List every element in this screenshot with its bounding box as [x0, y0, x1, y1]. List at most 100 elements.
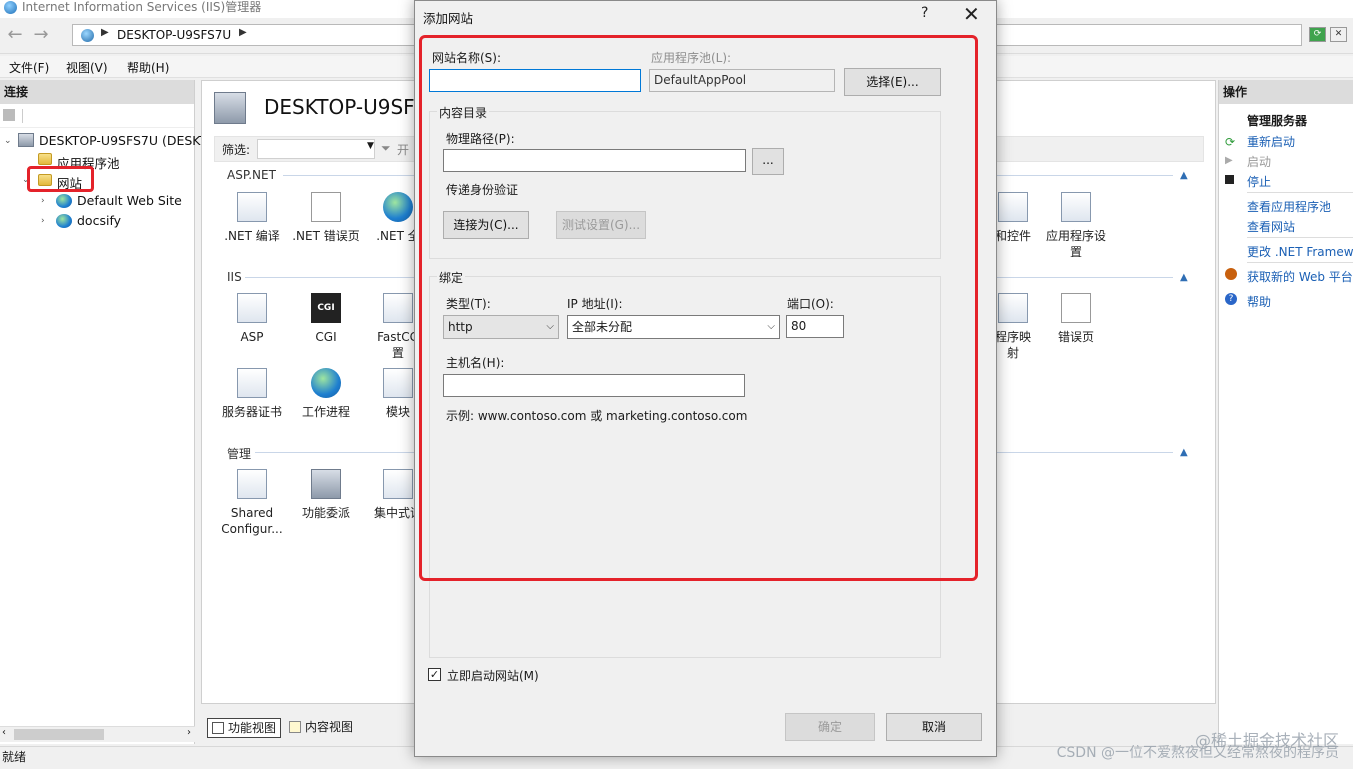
worker-process-icon: [311, 368, 341, 398]
connect-icon[interactable]: [3, 109, 15, 121]
warning-404-icon: [311, 192, 341, 222]
actions-section-title: 管理服务器: [1247, 114, 1308, 128]
delegation-icon: [311, 469, 341, 499]
feature-label: Shared: [230, 506, 274, 520]
feature-label: 工作进程: [301, 405, 350, 419]
certificate-icon: [237, 368, 267, 398]
breadcrumb-separator-icon[interactable]: ▶: [239, 27, 247, 38]
page-title: DESKTOP-U9SFS: [264, 95, 427, 119]
restart-icon: ⟳: [1225, 135, 1236, 149]
app-settings-icon: [1061, 192, 1091, 222]
dropdown-arrow-icon[interactable]: ▼: [367, 141, 374, 151]
feature-label-line2: 置: [1069, 245, 1082, 259]
tree-site-default[interactable]: Default Web Site: [77, 193, 182, 208]
action-view-app-pools[interactable]: 查看应用程序池: [1247, 198, 1331, 215]
group-management: 管理: [227, 447, 252, 461]
feature-label: 应用程序设: [1045, 229, 1106, 243]
tab-features-view[interactable]: 功能视图: [207, 718, 281, 738]
globe-icon: [383, 192, 413, 222]
connections-toolbar: [0, 106, 194, 128]
close-icon[interactable]: ✕: [963, 2, 980, 26]
filter-go-button[interactable]: 开: [397, 141, 409, 158]
group-iis: IIS: [227, 270, 242, 284]
features-view-icon: [212, 722, 224, 734]
connections-header: 连接: [0, 80, 194, 104]
feature-delegation[interactable]: 功能委派: [290, 469, 362, 521]
tree-site-docsify[interactable]: docsify: [77, 213, 121, 228]
feature-label: .NET 错误页: [292, 229, 360, 243]
site-globe-icon: [56, 214, 72, 228]
status-text: 就绪: [2, 750, 27, 764]
window-title: Internet Information Services (IIS)管理器: [22, 0, 262, 14]
scroll-thumb[interactable]: [14, 729, 104, 740]
connections-hscrollbar[interactable]: ‹ ›: [0, 726, 195, 742]
feature-label-line2: 置: [391, 346, 404, 360]
watermark-csdn: CSDN @一位不爱熬夜但又经常熬夜的程序员: [1056, 745, 1339, 761]
menu-view[interactable]: 视图(V): [66, 59, 108, 76]
ok-button: 确定: [785, 713, 875, 741]
feature-server-cert[interactable]: 服务器证书: [216, 368, 288, 420]
filter-input[interactable]: [257, 139, 375, 159]
breadcrumb-server[interactable]: DESKTOP-U9SFS7U: [117, 28, 231, 42]
server-globe-icon: [81, 29, 94, 42]
collapse-chevron-icon[interactable]: ⌄: [4, 136, 12, 146]
expand-chevron-icon[interactable]: ›: [41, 196, 45, 206]
collapse-group-icon[interactable]: ▲: [1180, 170, 1188, 181]
feature-label: 错误页: [1057, 330, 1094, 344]
web-platform-icon: [1225, 268, 1237, 280]
menu-help[interactable]: 帮助(H): [127, 59, 169, 76]
feature-label: 程序映: [994, 330, 1031, 344]
cgi-icon: CGI: [311, 293, 341, 323]
action-get-web-platform[interactable]: 获取新的 Web 平台: [1247, 268, 1353, 285]
central-cert-icon: [383, 469, 413, 499]
filter-label: 筛选:: [222, 143, 251, 157]
feature-label: FastCG: [377, 330, 419, 344]
feature-label: 功能委派: [301, 506, 350, 520]
action-view-sites[interactable]: 查看网站: [1247, 218, 1295, 235]
feature-cgi[interactable]: CGI CGI: [290, 293, 362, 345]
start-now-checkbox[interactable]: ✓: [428, 668, 441, 681]
feature-shared-config[interactable]: Shared Configur...: [216, 469, 288, 537]
expand-chevron-icon[interactable]: ›: [41, 216, 45, 226]
action-help[interactable]: 帮助: [1247, 293, 1271, 310]
feature-error-pages[interactable]: 错误页: [1040, 293, 1112, 345]
server-large-icon: [214, 92, 246, 124]
feature-net-compile[interactable]: .NET 编译: [216, 192, 288, 244]
funnel-icon[interactable]: ⏷: [381, 141, 391, 156]
collapse-group-icon[interactable]: ▲: [1180, 272, 1188, 283]
feature-worker[interactable]: 工作进程: [290, 368, 362, 420]
action-restart[interactable]: 重新启动: [1247, 133, 1295, 150]
refresh-icon[interactable]: ⟳: [1309, 27, 1326, 42]
stop-icon[interactable]: ✕: [1330, 27, 1347, 42]
warning-404-icon: [1061, 293, 1091, 323]
tree-server[interactable]: DESKTOP-U9SFS7U (DESKT: [39, 133, 207, 148]
controls-icon: [998, 192, 1028, 222]
help-icon[interactable]: ?: [921, 5, 928, 21]
action-change-net[interactable]: 更改 .NET Framew: [1247, 243, 1353, 260]
feature-label-line2: Configur...: [221, 522, 283, 536]
forward-arrow-icon[interactable]: →: [28, 26, 54, 46]
asp-icon: [237, 293, 267, 323]
feature-label: 和控件: [994, 229, 1031, 243]
feature-label: 模块: [385, 405, 410, 419]
action-stop[interactable]: 停止: [1247, 173, 1271, 190]
scroll-left-icon[interactable]: ‹: [2, 727, 6, 738]
actions-divider: [1247, 192, 1353, 193]
tab-content-view[interactable]: 内容视图: [285, 718, 365, 738]
highlight-box-sites: [27, 166, 94, 192]
app-pool-icon: [38, 153, 52, 165]
cancel-button[interactable]: 取消: [886, 713, 982, 741]
scroll-right-icon[interactable]: ›: [187, 727, 191, 738]
modules-icon: [383, 368, 413, 398]
shared-config-icon: [237, 469, 267, 499]
feature-label: CGI: [315, 330, 337, 344]
collapse-group-icon[interactable]: ▲: [1180, 447, 1188, 458]
menu-file[interactable]: 文件(F): [9, 59, 49, 76]
start-now-label[interactable]: 立即启动网站(M): [447, 667, 539, 684]
highlight-box-dialog: [419, 35, 978, 581]
feature-app-settings[interactable]: 应用程序设置: [1040, 192, 1112, 260]
feature-asp[interactable]: ASP: [216, 293, 288, 345]
back-arrow-icon[interactable]: ←: [2, 26, 28, 46]
content-view-icon: [289, 721, 301, 733]
feature-net-error[interactable]: .NET 错误页: [290, 192, 362, 244]
